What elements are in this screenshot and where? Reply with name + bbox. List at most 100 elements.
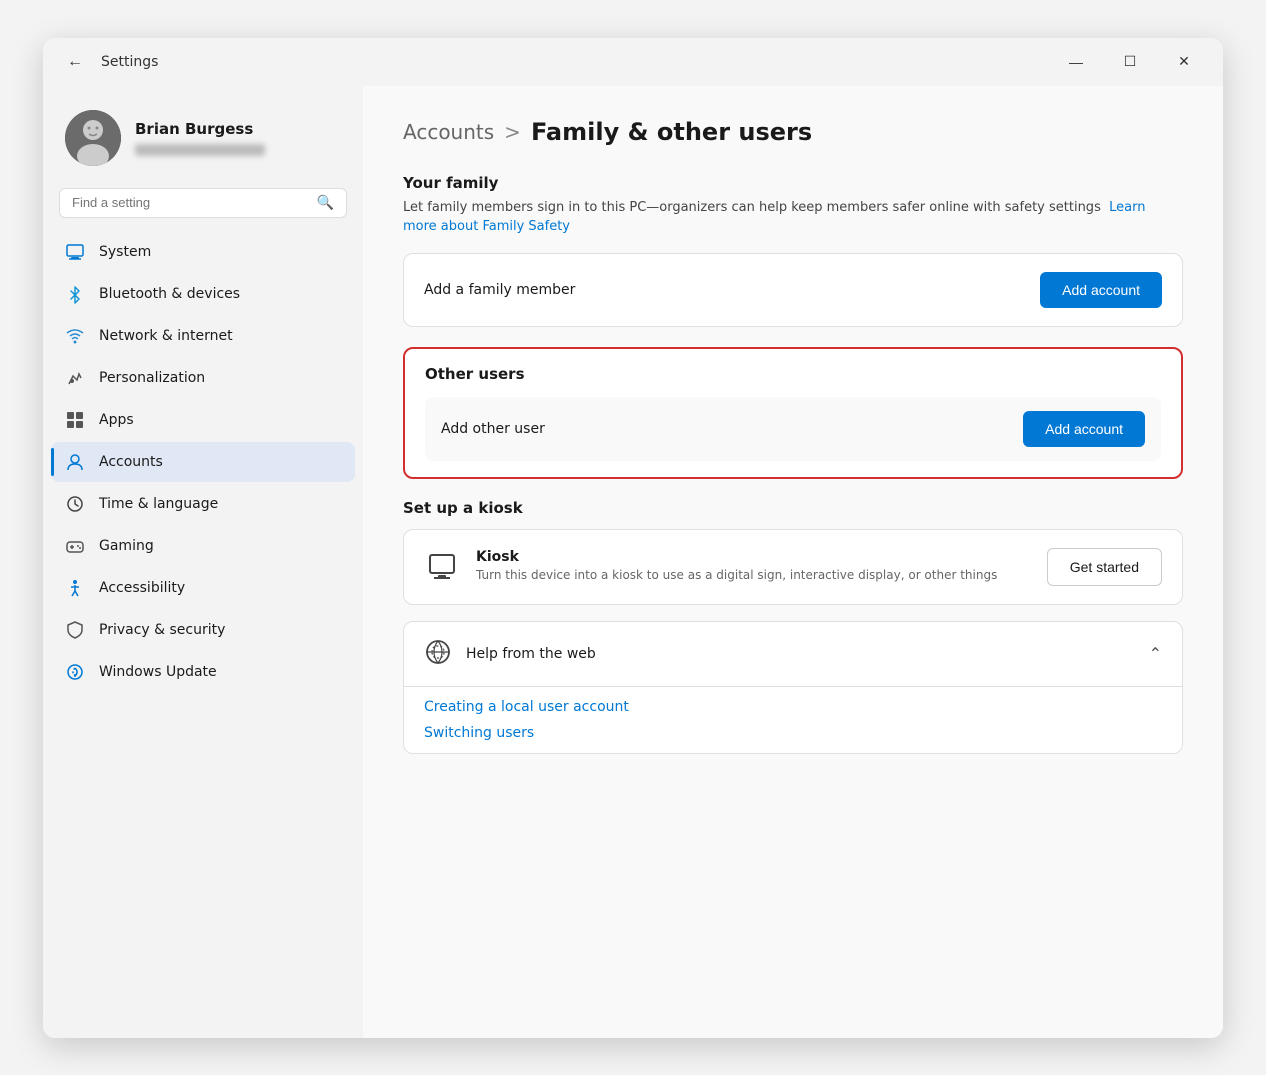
title-bar: ← Settings — ☐ ✕ [43,38,1223,86]
sidebar-item-apps[interactable]: Apps [51,400,355,440]
help-chevron-icon: ⌃ [1149,644,1162,663]
help-link-2[interactable]: Switching users [424,725,1162,741]
your-family-desc: Let family members sign in to this PC—or… [403,198,1183,237]
sidebar-item-label-personalization: Personalization [99,370,205,386]
nav-item-update-wrapper: Windows Update [51,652,355,692]
sidebar-item-accessibility[interactable]: Accessibility [51,568,355,608]
help-header-left: Help from the web [424,638,596,670]
help-title: Help from the web [466,646,596,662]
sidebar-item-label-network: Network & internet [99,328,233,344]
nav-item-accounts-wrapper: Accounts [51,442,355,482]
kiosk-card: Kiosk Turn this device into a kiosk to u… [403,529,1183,605]
active-indicator [51,448,54,476]
sidebar-item-system[interactable]: System [51,232,355,272]
sidebar-item-label-time: Time & language [99,496,218,512]
your-family-section: Your family Let family members sign in t… [403,174,1183,327]
sidebar-item-privacy[interactable]: Privacy & security [51,610,355,650]
help-header[interactable]: Help from the web ⌃ [404,622,1182,686]
add-family-button[interactable]: Add account [1040,272,1162,308]
avatar [65,110,121,166]
close-button[interactable]: ✕ [1161,46,1207,78]
sidebar-item-label-privacy: Privacy & security [99,622,225,638]
help-card: Help from the web ⌃ Creating a local use… [403,621,1183,754]
window-title: Settings [101,54,1053,70]
user-name: Brian Burgess [135,120,265,138]
settings-window: ← Settings — ☐ ✕ [43,38,1223,1038]
time-icon [65,494,85,514]
help-links: Creating a local user account Switching … [404,686,1182,753]
nav-item-gaming-wrapper: Gaming [51,526,355,566]
accessibility-icon [65,578,85,598]
maximize-button[interactable]: ☐ [1107,46,1153,78]
sidebar-item-label-apps: Apps [99,412,134,428]
sidebar-item-network[interactable]: Network & internet [51,316,355,356]
nav-item-personalization-wrapper: Personalization [51,358,355,398]
kiosk-icon [424,549,460,585]
avatar-image [65,110,121,166]
other-users-title: Other users [425,365,1161,383]
nav-item-bluetooth-wrapper: Bluetooth & devices [51,274,355,314]
kiosk-info: Kiosk Turn this device into a kiosk to u… [476,549,1031,584]
user-info: Brian Burgess [135,120,265,156]
personalization-icon [65,368,85,388]
sidebar-item-label-bluetooth: Bluetooth & devices [99,286,240,302]
update-icon [65,662,85,682]
kiosk-title: Kiosk [476,549,1031,565]
sidebar-item-windows-update[interactable]: Windows Update [51,652,355,692]
sidebar-item-gaming[interactable]: Gaming [51,526,355,566]
apps-icon [65,410,85,430]
nav-item-system-wrapper: System [51,232,355,272]
your-family-desc-text: Let family members sign in to this PC—or… [403,200,1101,215]
page-title: Family & other users [531,118,812,146]
add-family-label: Add a family member [424,282,575,298]
nav-item-time-wrapper: Time & language [51,484,355,524]
kiosk-row: Kiosk Turn this device into a kiosk to u… [404,530,1182,604]
kiosk-section: Set up a kiosk Kiosk Turn this device in… [403,499,1183,605]
minimize-button[interactable]: — [1053,46,1099,78]
nav-item-privacy-wrapper: Privacy & security [51,610,355,650]
gaming-icon [65,536,85,556]
search-icon: 🔍 [317,195,334,211]
user-profile: Brian Burgess [51,98,355,186]
user-email [135,144,265,156]
add-other-user-row: Add other user Add account [425,397,1161,461]
sidebar-item-label-system: System [99,244,151,260]
accounts-icon [65,452,85,472]
sidebar-item-time[interactable]: Time & language [51,484,355,524]
privacy-icon [65,620,85,640]
network-icon [65,326,85,346]
bluetooth-icon [65,284,85,304]
add-family-row: Add a family member Add account [404,254,1182,326]
add-other-user-label: Add other user [441,421,545,437]
kiosk-section-title: Set up a kiosk [403,499,1183,517]
add-family-card: Add a family member Add account [403,253,1183,327]
sidebar-item-label-accessibility: Accessibility [99,580,185,596]
avatar-svg [65,110,121,166]
sidebar: Brian Burgess 🔍 System [43,86,363,1038]
system-icon [65,242,85,262]
sidebar-item-label-accounts: Accounts [99,454,163,470]
sidebar-item-accounts[interactable]: Accounts [51,442,355,482]
nav-item-network-wrapper: Network & internet [51,316,355,356]
search-input[interactable] [72,195,309,210]
sidebar-item-personalization[interactable]: Personalization [51,358,355,398]
breadcrumb-separator: > [504,120,521,144]
breadcrumb: Accounts > Family & other users [403,118,1183,146]
main-content: Accounts > Family & other users Your fam… [363,86,1223,1038]
sidebar-item-bluetooth[interactable]: Bluetooth & devices [51,274,355,314]
add-other-user-button[interactable]: Add account [1023,411,1145,447]
kiosk-desc: Turn this device into a kiosk to use as … [476,567,1031,584]
nav-item-apps-wrapper: Apps [51,400,355,440]
back-button[interactable]: ← [59,49,91,75]
get-started-button[interactable]: Get started [1047,548,1162,586]
nav-item-accessibility-wrapper: Accessibility [51,568,355,608]
sidebar-item-label-gaming: Gaming [99,538,154,554]
content-area: Brian Burgess 🔍 System [43,86,1223,1038]
other-users-section: Other users Add other user Add account [403,347,1183,479]
search-box[interactable]: 🔍 [59,188,347,218]
help-link-1[interactable]: Creating a local user account [424,699,1162,715]
help-icon [424,638,452,670]
your-family-title: Your family [403,174,1183,192]
sidebar-item-label-update: Windows Update [99,664,217,680]
breadcrumb-parent[interactable]: Accounts [403,120,494,144]
